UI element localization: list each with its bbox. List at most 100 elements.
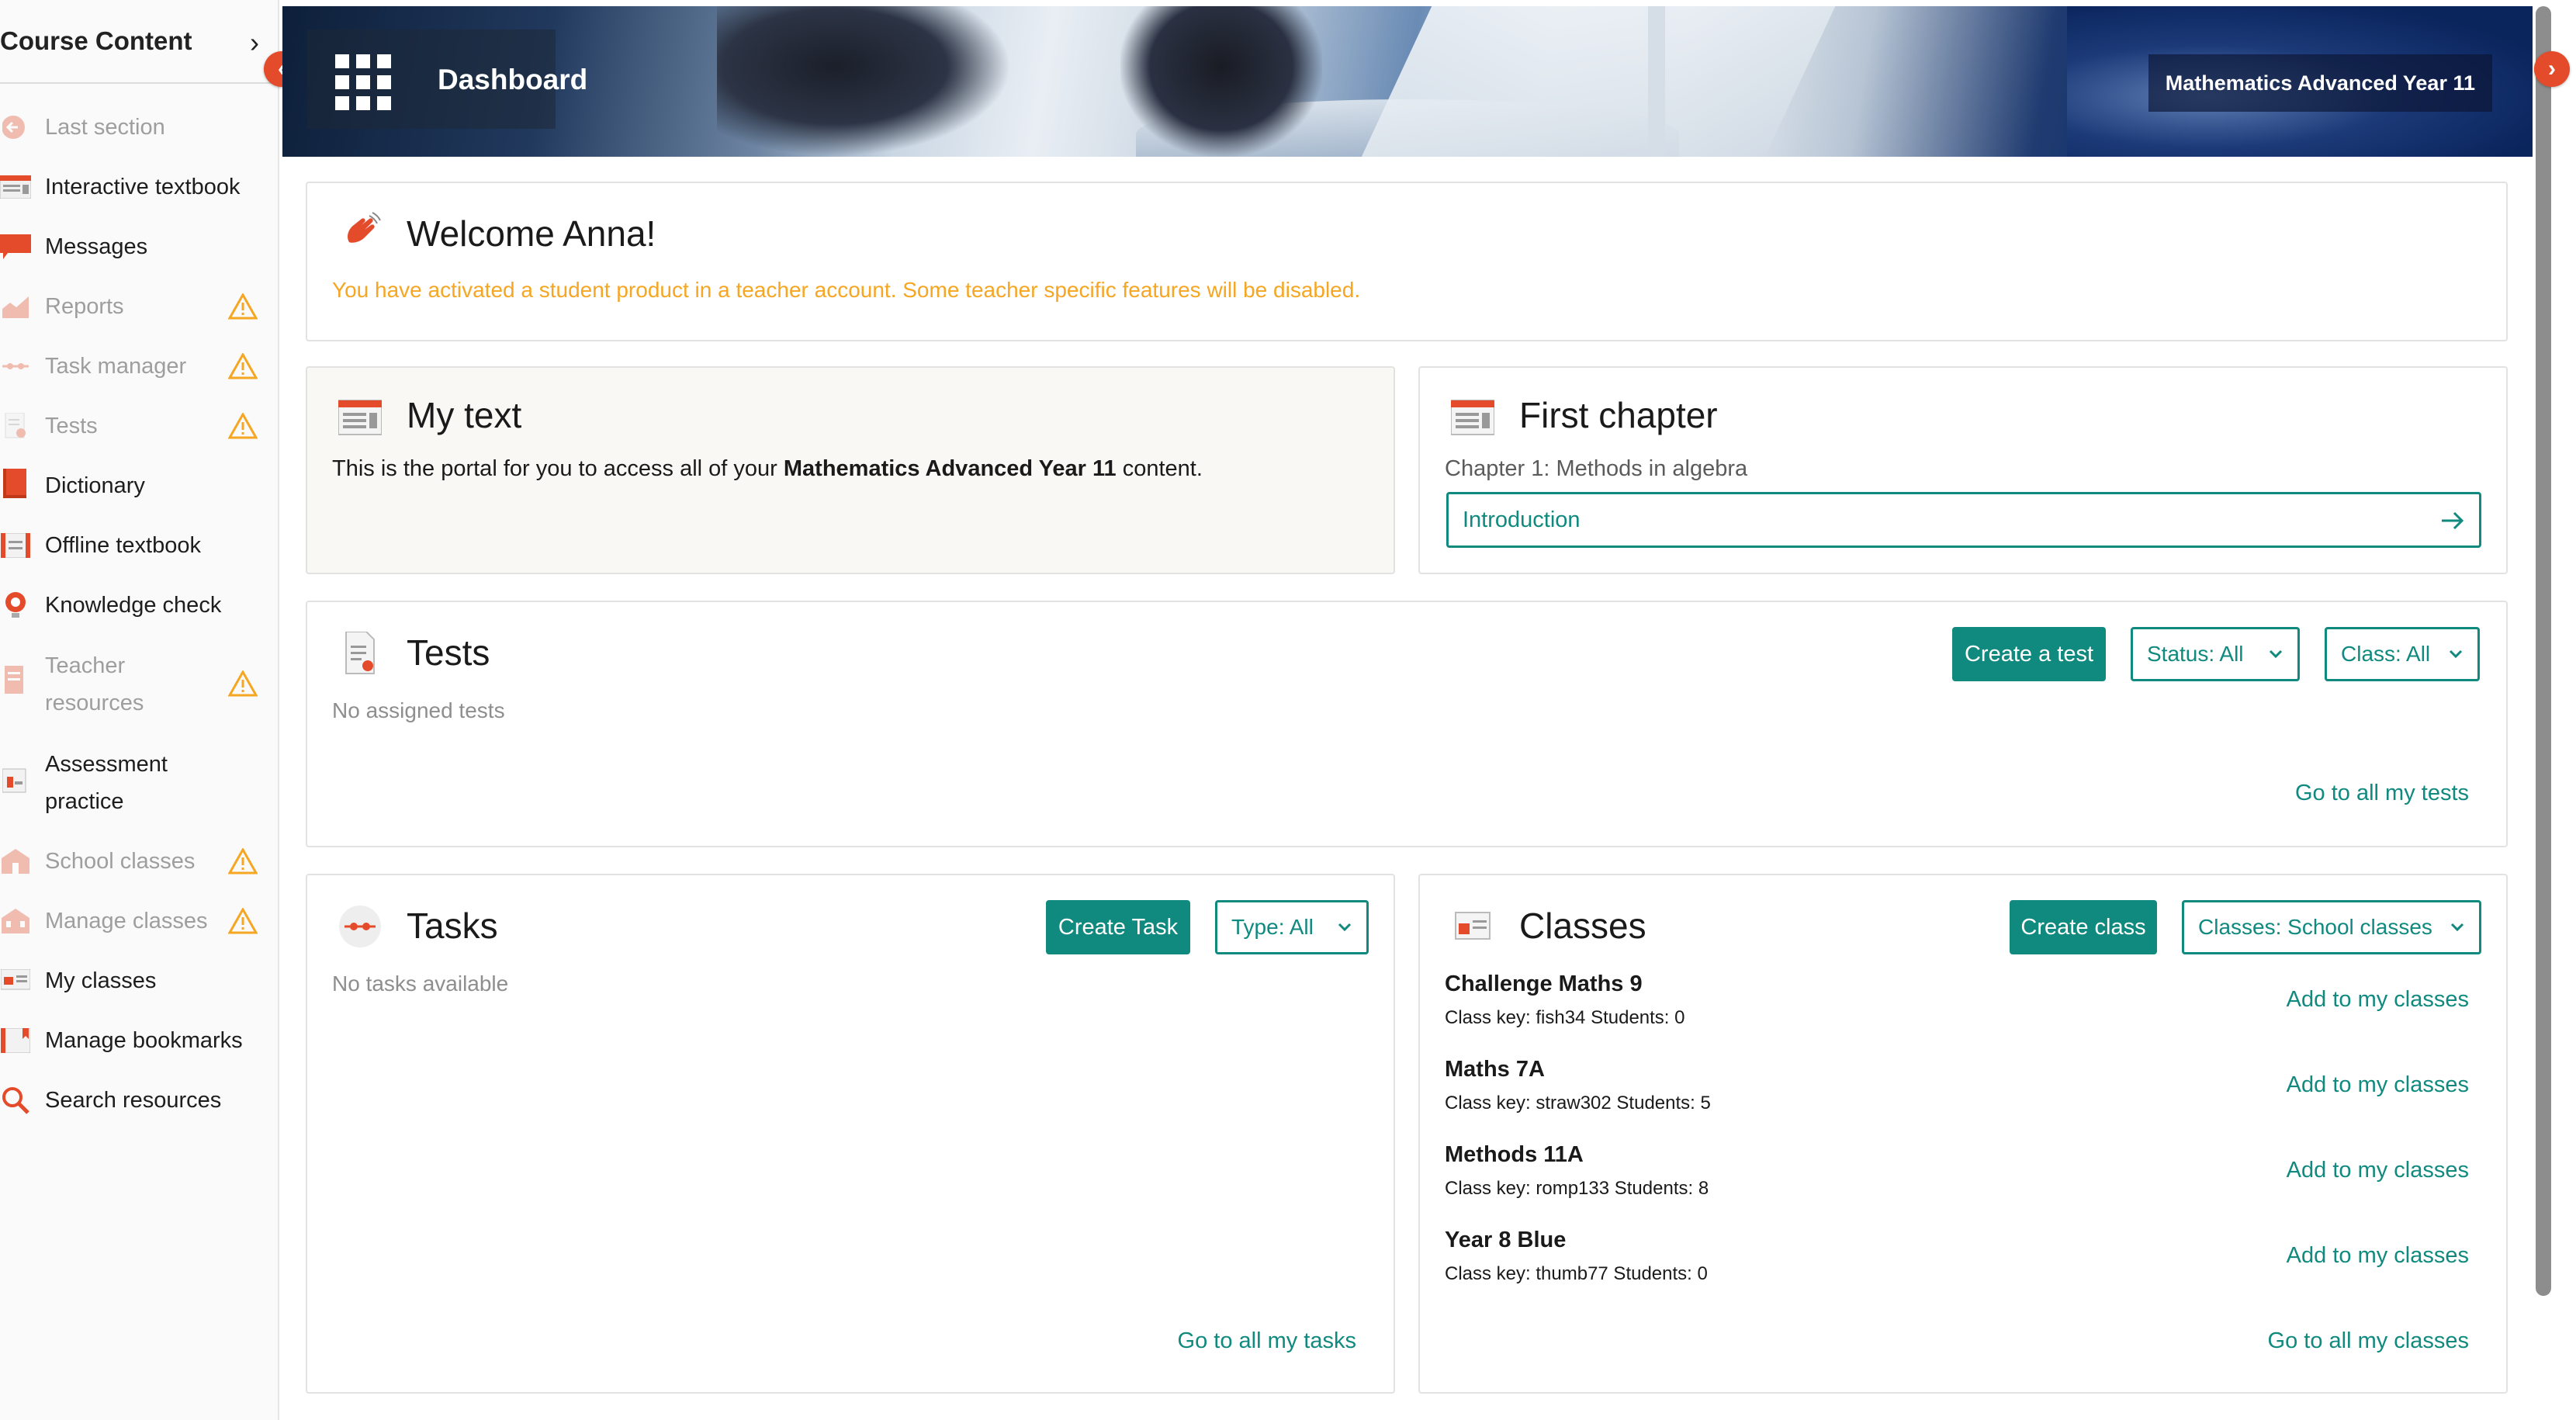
sidebar-item-assessment-practice[interactable]: Assessment practice xyxy=(0,746,272,820)
my-text-body-suffix: content. xyxy=(1116,456,1203,481)
sidebar-item-my-classes[interactable]: My classes xyxy=(0,962,272,999)
add-to-my-classes-link[interactable]: Add to my classes xyxy=(2287,1072,2469,1098)
arrow-right-icon xyxy=(2442,511,2464,530)
chart-icon xyxy=(0,293,31,320)
tests-card: Tests No assigned tests Create a test St… xyxy=(306,601,2508,847)
book-icon xyxy=(0,469,31,498)
sidebar-item-manage-classes[interactable]: Manage classes xyxy=(0,902,272,940)
my-text-body: This is the portal for you to access all… xyxy=(332,456,1203,482)
sidebar-item-label: My classes xyxy=(45,968,157,993)
course-name-badge: Mathematics Advanced Year 11 xyxy=(2148,54,2492,112)
sidebar-header[interactable]: Course Content › xyxy=(0,0,279,84)
sidebar-item-label-line2: practice xyxy=(45,789,124,814)
classes-filter-select[interactable]: Classes: School classes xyxy=(2182,900,2481,954)
introduction-link[interactable]: Introduction xyxy=(1446,492,2481,548)
school-icon xyxy=(0,847,31,875)
my-text-card: My text This is the portal for you to ac… xyxy=(306,366,1395,574)
class-name: Year 8 Blue xyxy=(1445,1228,1567,1252)
sidebar-item-messages[interactable]: Messages xyxy=(0,228,272,265)
sidebar-item-manage-bookmarks[interactable]: Manage bookmarks xyxy=(0,1022,272,1059)
banner-image-sail xyxy=(1338,6,1850,157)
test-icon xyxy=(0,412,31,440)
sidebar-item-interactive-textbook[interactable]: Interactive textbook xyxy=(0,168,272,206)
textbook-icon xyxy=(0,173,31,201)
warning-icon xyxy=(228,413,258,439)
status-filter-value: Status: All xyxy=(2147,642,2244,666)
manage-classes-icon xyxy=(0,907,31,935)
banner-image-mast xyxy=(1648,6,1665,157)
tasks-title: Tasks xyxy=(407,906,498,946)
create-task-button[interactable]: Create Task xyxy=(1046,900,1190,954)
sidebar-item-label: Assessment xyxy=(45,752,168,777)
warning-icon xyxy=(228,670,258,697)
class-filter-select[interactable]: Class: All xyxy=(2325,627,2480,681)
dashboard-button[interactable]: Dashboard xyxy=(307,29,587,129)
sidebar-item-label: Dictionary xyxy=(45,473,145,498)
dashboard-title: Dashboard xyxy=(438,64,588,95)
warning-icon xyxy=(228,293,258,320)
sidebar-item-search-resources[interactable]: Search resources xyxy=(0,1082,272,1119)
all-tasks-link[interactable]: Go to all my tasks xyxy=(1178,1328,1356,1354)
chapter-subtitle: Chapter 1: Methods in algebra xyxy=(1445,456,1748,481)
sidebar-item-label: Manage classes xyxy=(45,909,208,933)
add-to-my-classes-link[interactable]: Add to my classes xyxy=(2287,987,2469,1013)
welcome-title: Welcome Anna! xyxy=(407,213,656,254)
sidebar-item-dictionary[interactable]: Dictionary xyxy=(0,467,272,504)
bookmark-icon xyxy=(0,1027,31,1055)
sidebar-item-label: Search resources xyxy=(45,1088,222,1113)
chevron-down-icon xyxy=(2449,649,2463,659)
tests-empty-message: No assigned tests xyxy=(332,698,505,722)
sidebar-item-last-section[interactable]: Last section xyxy=(0,109,272,146)
status-filter-select[interactable]: Status: All xyxy=(2131,627,2300,681)
grid-menu-icon xyxy=(335,54,391,110)
create-test-button[interactable]: Create a test xyxy=(1952,627,2106,681)
task-icon xyxy=(0,352,31,380)
sidebar-item-reports[interactable]: Reports xyxy=(0,288,272,325)
chevron-down-icon xyxy=(1338,923,1352,932)
banner-image-figure xyxy=(717,6,1012,157)
sidebar-item-tests[interactable]: Tests xyxy=(0,407,272,445)
teacher-resources-icon xyxy=(0,666,31,695)
sidebar-item-knowledge-check[interactable]: Knowledge check xyxy=(0,587,272,624)
scrollbar-thumb[interactable] xyxy=(2536,6,2551,1296)
all-classes-link[interactable]: Go to all my classes xyxy=(2268,1328,2469,1354)
sidebar-item-label: Teacher xyxy=(45,653,126,678)
message-icon xyxy=(0,233,31,261)
welcome-card: Welcome Anna! You have activated a stude… xyxy=(306,182,2508,341)
add-to-my-classes-link[interactable]: Add to my classes xyxy=(2287,1243,2469,1269)
sidebar-item-label: Offline textbook xyxy=(45,533,201,558)
sidebar-item-label: Manage bookmarks xyxy=(45,1028,243,1053)
add-to-my-classes-link[interactable]: Add to my classes xyxy=(2287,1158,2469,1183)
chevron-down-icon xyxy=(2450,923,2464,932)
task-icon xyxy=(339,906,381,947)
sidebar-item-label: Reports xyxy=(45,294,124,319)
sidebar-item-school-classes[interactable]: School classes xyxy=(0,843,272,880)
my-text-title: My text xyxy=(407,395,522,435)
sidebar-item-teacher-resources[interactable]: Teacher resources xyxy=(0,647,272,722)
wave-hand-icon xyxy=(348,212,381,243)
classes-card: Classes Create class Classes: School cla… xyxy=(1418,874,2508,1394)
sidebar-item-offline-textbook[interactable]: Offline textbook xyxy=(0,527,272,564)
chevron-right-icon[interactable]: › xyxy=(250,26,259,59)
first-chapter-card: First chapter Chapter 1: Methods in alge… xyxy=(1418,366,2508,574)
my-text-body-bold: Mathematics Advanced Year 11 xyxy=(783,456,1117,481)
textbook-icon xyxy=(338,400,382,435)
class-name: Maths 7A xyxy=(1445,1057,1545,1082)
classes-title: Classes xyxy=(1519,906,1646,946)
tests-title: Tests xyxy=(407,632,490,673)
all-tests-link[interactable]: Go to all my tests xyxy=(2295,781,2469,806)
tasks-card: Tasks No tasks available Create Task Typ… xyxy=(306,874,1395,1394)
type-filter-select[interactable]: Type: All xyxy=(1215,900,1369,954)
sidebar: Course Content › Last section Interactiv… xyxy=(0,0,279,1420)
sidebar-item-label-line2: resources xyxy=(45,691,144,715)
class-meta: Class key: fish34 Students: 0 xyxy=(1445,1007,1685,1028)
introduction-label: Introduction xyxy=(1463,507,1581,532)
sidebar-item-label: Tests xyxy=(45,414,98,438)
expand-panel-button-overlay[interactable]: › xyxy=(2534,51,2570,87)
warning-icon xyxy=(228,908,258,934)
create-class-button[interactable]: Create class xyxy=(2010,900,2157,954)
lightbulb-icon xyxy=(0,591,31,619)
sidebar-item-task-manager[interactable]: Task manager xyxy=(0,348,272,385)
course-name: Mathematics Advanced Year 11 xyxy=(2165,71,2475,95)
my-classes-icon xyxy=(0,967,31,995)
